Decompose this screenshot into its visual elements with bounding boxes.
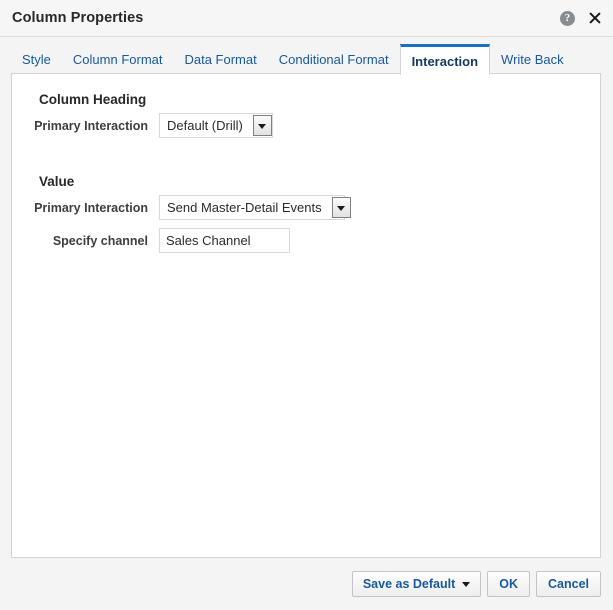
dialog-titlebar: Column Properties ? <box>0 0 613 37</box>
label-specify-channel: Specify channel <box>52 233 148 248</box>
section-title-column-heading: Column Heading <box>39 92 147 107</box>
close-icon[interactable] <box>587 10 603 26</box>
tab-interaction[interactable]: Interaction <box>399 44 491 75</box>
ok-button[interactable]: OK <box>487 571 530 597</box>
section-title-value: Value <box>39 174 75 189</box>
specify-channel-input[interactable] <box>159 228 290 253</box>
tab-column-format[interactable]: Column Format <box>62 44 174 75</box>
save-as-default-button[interactable]: Save as Default <box>351 571 482 597</box>
dialog-footer: Save as Default OK Cancel <box>0 558 613 610</box>
select-value-primary-interaction[interactable]: Send Master-Detail Events <box>159 195 351 220</box>
chevron-down-icon[interactable] <box>331 197 351 218</box>
field-row-specify-channel: Specify channel <box>32 228 580 253</box>
label-heading-primary-interaction: Primary Interaction <box>34 118 148 133</box>
field-row-value-primary-interaction: Primary Interaction Send Master-Detail E… <box>32 195 580 220</box>
chevron-down-icon <box>462 581 471 587</box>
select-heading-primary-interaction[interactable]: Default (Drill) <box>159 113 273 138</box>
select-value-primary-interaction-value: Send Master-Detail Events <box>167 200 322 215</box>
interaction-form: Column Heading Primary Interaction Defau… <box>12 74 600 253</box>
dialog-title: Column Properties <box>12 10 144 26</box>
help-icon[interactable]: ? <box>560 10 575 26</box>
tab-style[interactable]: Style <box>11 44 62 75</box>
select-heading-primary-interaction-value: Default (Drill) <box>167 118 243 133</box>
tab-strip: Style Column Format Data Format Conditio… <box>0 37 613 75</box>
tab-content-panel: Column Heading Primary Interaction Defau… <box>11 73 601 558</box>
cancel-button[interactable]: Cancel <box>536 571 601 597</box>
field-row-heading-primary-interaction: Primary Interaction Default (Drill) <box>32 113 580 138</box>
titlebar-actions: ? <box>560 0 603 36</box>
column-properties-dialog: Column Properties ? Style Column Format … <box>0 0 613 610</box>
tab-write-back[interactable]: Write Back <box>490 44 575 75</box>
save-as-default-label: Save as Default <box>362 577 456 591</box>
chevron-down-icon[interactable] <box>252 115 272 136</box>
label-value-primary-interaction: Primary Interaction <box>34 200 148 215</box>
tab-data-format[interactable]: Data Format <box>173 44 267 75</box>
tab-conditional-format[interactable]: Conditional Format <box>268 44 400 75</box>
